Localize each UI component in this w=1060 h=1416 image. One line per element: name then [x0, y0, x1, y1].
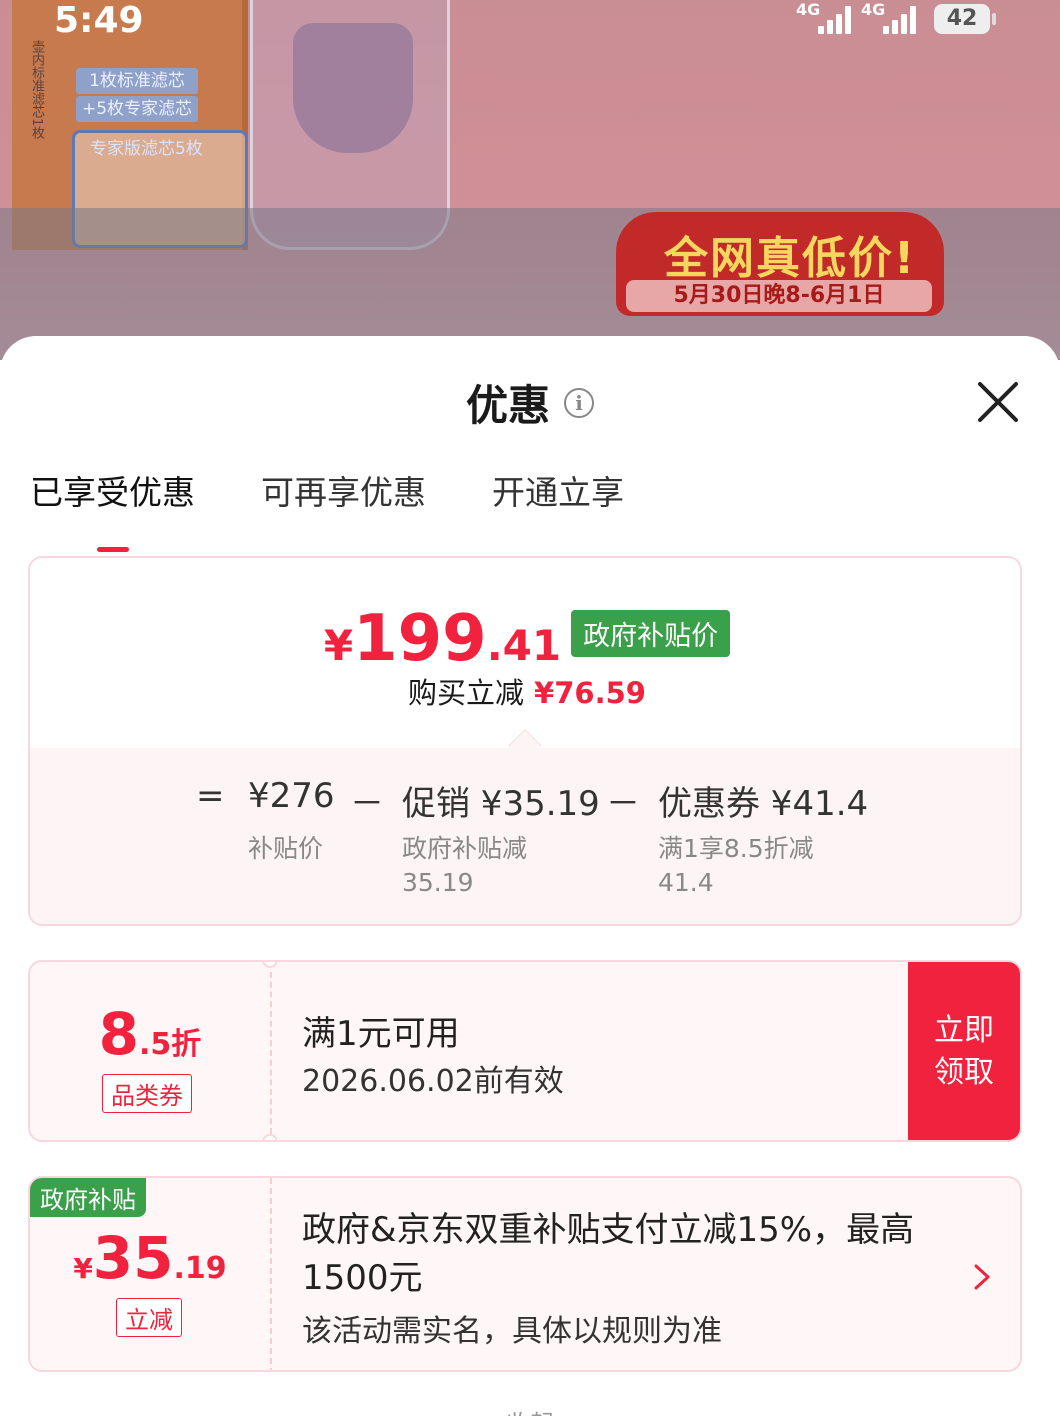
status-icons: 4G 4G 42	[796, 0, 996, 34]
product-image-background: 壶内标准滤芯1枚 1枚标准滤芯 +5枚专家滤芯 专家版滤芯5枚 全网真低价! 5…	[0, 0, 1060, 360]
tab-more-available[interactable]: 可再享优惠	[261, 466, 426, 514]
gov-subsidy-card[interactable]: 政府补贴 ¥35.19 立减 政府&京东双重补贴支付立减15%，最高1500元 …	[28, 1176, 1022, 1372]
product-box-tag-2: +5枚专家滤芯	[76, 96, 198, 122]
signal-icon: 4G	[796, 0, 851, 34]
promo-label-value: 35.19	[402, 868, 474, 897]
coupon-value-integer: 8	[98, 1000, 140, 1068]
base-price-value: ¥276	[248, 776, 335, 816]
price-decimal: .41	[486, 621, 562, 670]
coupon-deduction-label: 满1享8.5折减	[658, 834, 814, 863]
base-price-label: 补贴价	[248, 834, 324, 863]
reduction-amount: ¥76.59	[534, 676, 646, 710]
final-price: ¥199.41	[324, 602, 561, 676]
info-icon[interactable]: i	[564, 387, 594, 418]
promo-value: 促销 ¥35.19	[402, 784, 600, 824]
collapse-link[interactable]: 收起	[470, 1404, 590, 1416]
coupon-condition: 满1元可用	[302, 1014, 460, 1054]
claim-button-line2: 领取	[934, 1055, 994, 1090]
coupon-valid-until: 2026.06.02前有效	[302, 1064, 564, 1099]
subsidy-note: 该活动需实名，具体以规则为准	[302, 1314, 722, 1349]
sheet-title: 优惠	[465, 381, 550, 430]
battery-icon: 42	[934, 4, 996, 34]
subsidy-value-decimal: .19	[173, 1251, 227, 1286]
promo-label: 政府补贴减	[402, 834, 528, 863]
coupon-type-badge: 品类券	[102, 1074, 192, 1113]
product-box-panel-title: 专家版滤芯5枚	[90, 139, 203, 159]
chevron-right-icon	[974, 1264, 990, 1290]
price-summary-card: ¥199.41 政府补贴价 购买立减 ¥76.59 = ¥276 补贴价 － 促销 …	[28, 556, 1022, 926]
discount-sheet: 优惠 i 已享受优惠 可再享优惠 开通立享 ¥199.41 政府补贴价 购买立减 ¥7…	[0, 336, 1060, 1416]
status-time: 5:49	[54, 0, 144, 41]
close-icon[interactable]	[976, 380, 1020, 424]
network-type-label: 4G	[861, 0, 886, 19]
subsidy-title: 政府&京东双重补贴支付立减15%，最高1500元	[302, 1210, 915, 1298]
tab-enjoyed[interactable]: 已享受优惠	[30, 466, 195, 552]
subsidy-value-integer: 35	[92, 1224, 174, 1292]
coupon-value-decimal: .5折	[139, 1027, 202, 1062]
promo-badge-subtitle: 5月30日晚8-6月1日	[626, 280, 932, 312]
price-integer: 199	[353, 602, 487, 676]
equals-sign: =	[196, 776, 225, 816]
category-coupon-card: 8.5折 品类券 满1元可用 2026.06.02前有效 立即 领取	[28, 960, 1022, 1142]
discount-tabs: 已享受优惠 可再享优惠 开通立享	[30, 466, 690, 552]
product-box-side-text: 壶内标准滤芯1枚	[29, 40, 44, 140]
product-box-tag-1: 1枚标准滤芯	[76, 68, 198, 94]
claim-button-line1: 立即	[934, 1013, 994, 1048]
network-type-label: 4G	[796, 0, 821, 19]
final-price-row: ¥199.41 政府补贴价	[30, 602, 1020, 676]
sheet-header: 优惠 i	[0, 372, 1060, 433]
reduction-label: 购买立减	[408, 676, 525, 710]
coupon-notch-bottom	[262, 1134, 278, 1140]
total-reduction-row: 购买立减 ¥76.59	[30, 670, 1020, 712]
coupon-deduction-value: 优惠券 ¥41.4	[658, 784, 869, 824]
currency-symbol: ¥	[323, 621, 354, 670]
coupon-value: 8.5折	[30, 1000, 270, 1068]
minus-sign: －	[606, 784, 640, 824]
gov-subsidy-tag: 政府补贴	[30, 1178, 146, 1217]
subsidy-divider	[270, 1178, 272, 1370]
coupon-value-area: 8.5折 品类券	[30, 962, 270, 1140]
minus-sign: －	[350, 784, 384, 824]
tab-activate[interactable]: 开通立享	[492, 466, 624, 514]
gov-subsidy-price-badge: 政府补贴价	[571, 609, 731, 657]
jug-filter-image	[293, 23, 413, 153]
subsidy-value: ¥35.19	[30, 1224, 270, 1292]
price-breakdown: = ¥276 补贴价 － 促销 ¥35.19 政府补贴减 35.19 － 优惠券…	[30, 748, 1020, 924]
subsidy-type-badge: 立减	[116, 1298, 182, 1337]
signal-icon: 4G	[861, 0, 916, 34]
coupon-divider	[270, 972, 272, 1134]
claim-coupon-button[interactable]: 立即 领取	[908, 962, 1020, 1140]
promo-badge-title: 全网真低价!	[663, 233, 917, 284]
subsidy-currency: ¥	[73, 1252, 93, 1285]
coupon-deduction-label-value: 41.4	[658, 868, 714, 897]
